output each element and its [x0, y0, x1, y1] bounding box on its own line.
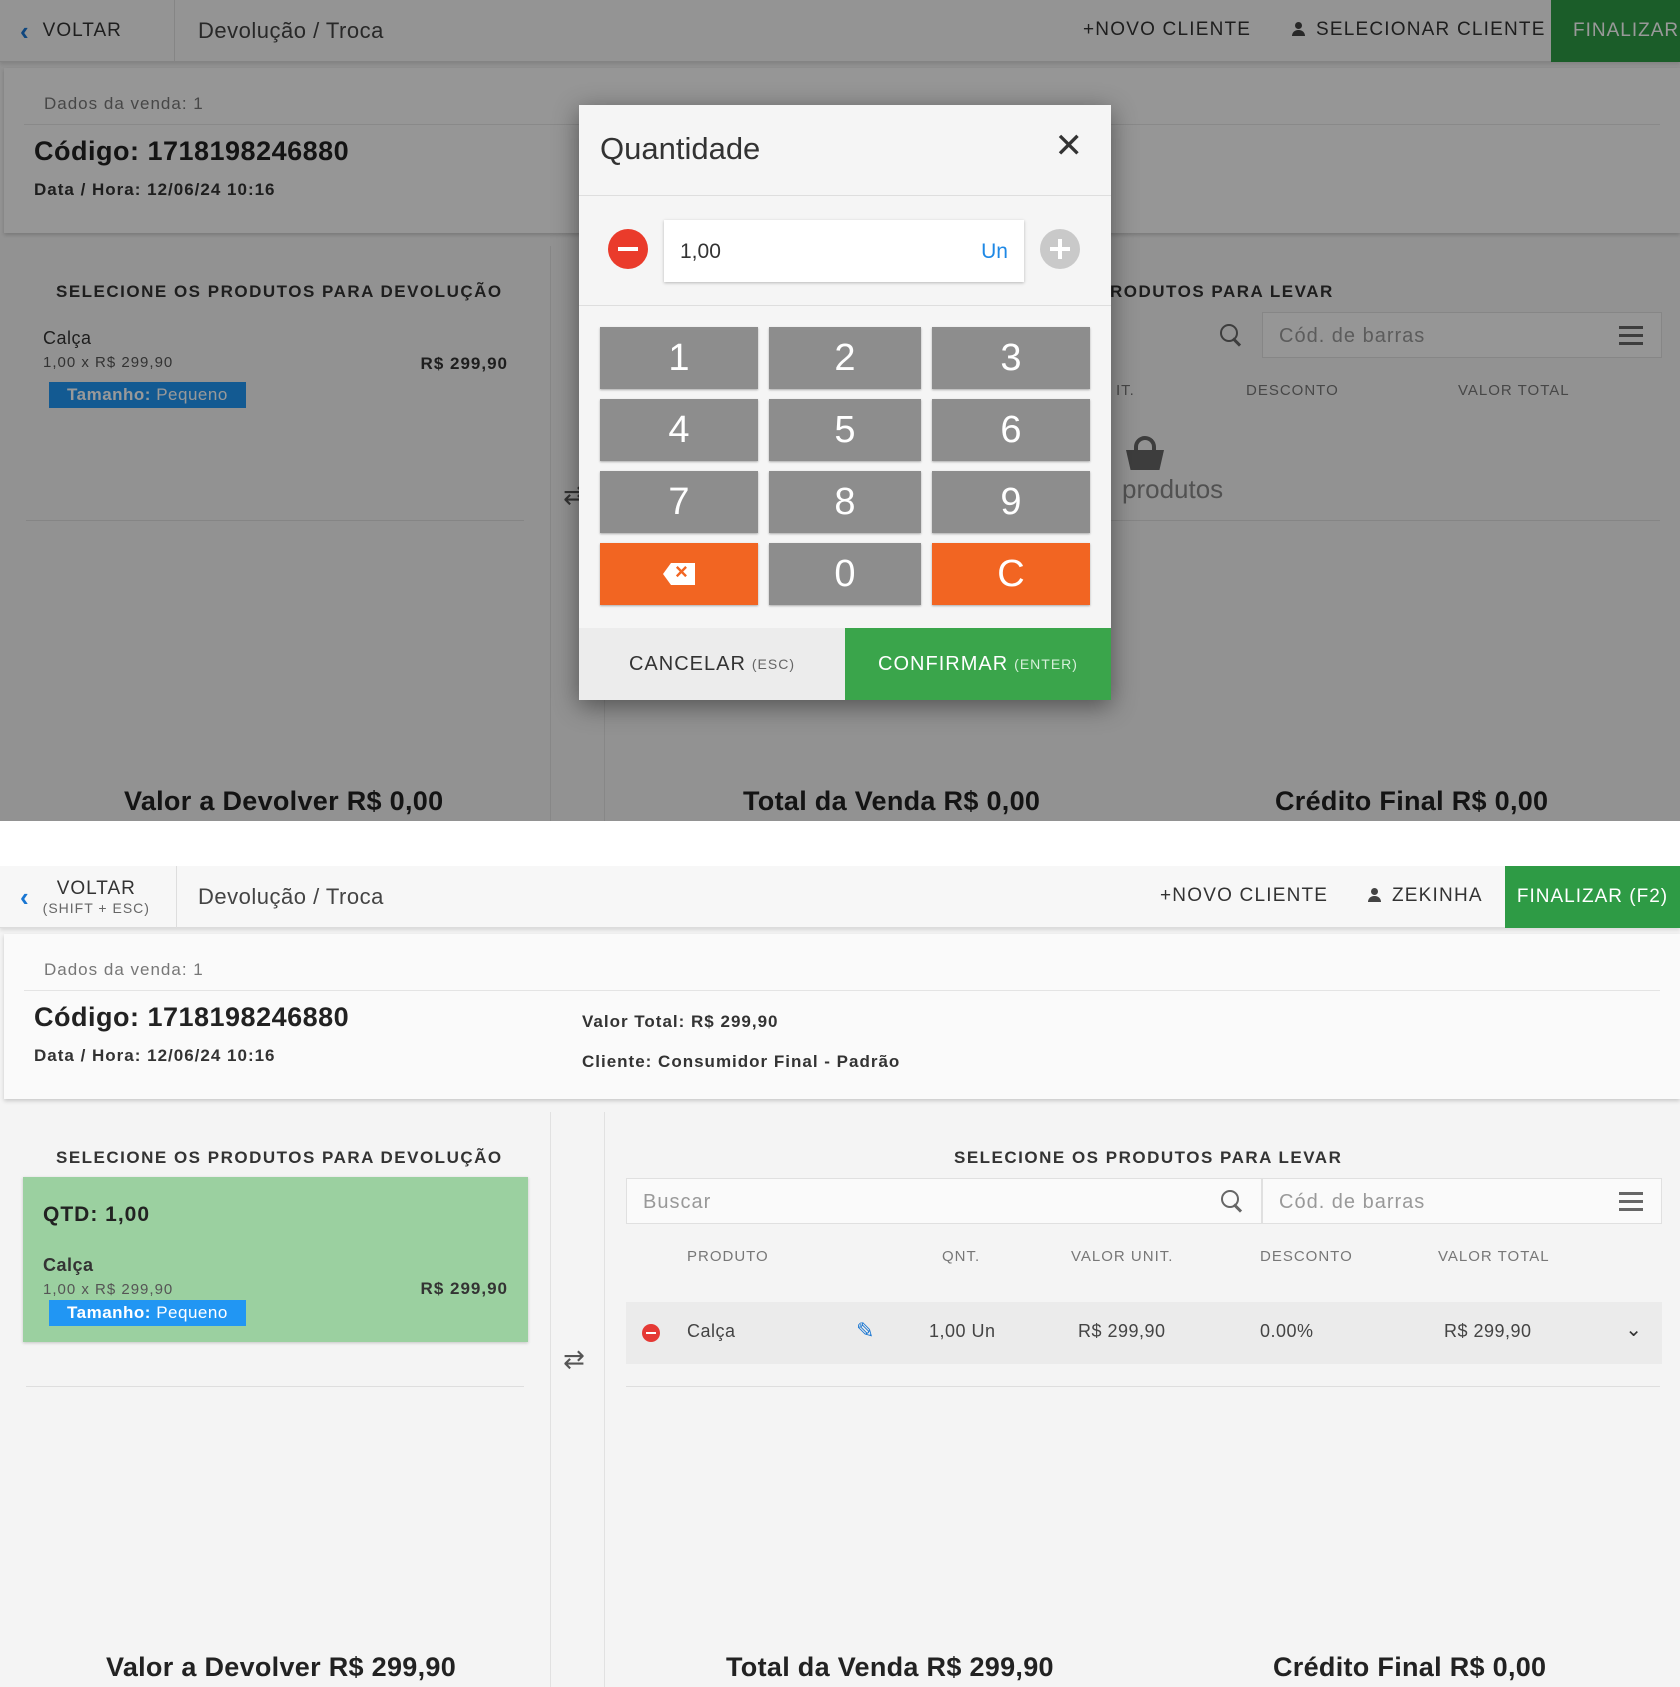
- quantity-input[interactable]: 1,00 Un: [664, 220, 1024, 282]
- tag-value: Pequeno: [156, 1303, 228, 1322]
- close-icon[interactable]: ✕: [1055, 129, 1084, 163]
- search-input[interactable]: Buscar: [626, 1178, 1262, 1224]
- confirm-label: CONFIRMAR: [878, 652, 1009, 675]
- col-unit-value: VALOR UNIT.: [1071, 1248, 1174, 1265]
- search-icon[interactable]: [1221, 1190, 1245, 1214]
- product-detail: 1,00 x R$ 299,90: [43, 1281, 174, 1298]
- cancel-label: CANCELAR: [628, 652, 746, 675]
- key-4[interactable]: 4: [600, 399, 758, 461]
- divider: [579, 195, 1111, 196]
- table-header: PRODUTO QNT. VALOR UNIT. DESCONTO VALOR …: [626, 1248, 1662, 1272]
- row-unit-value: R$ 299,90: [1078, 1321, 1166, 1341]
- back-label: VOLTAR: [56, 878, 136, 900]
- edit-icon[interactable]: ✎: [856, 1318, 874, 1344]
- swap-icon[interactable]: ⇄: [563, 1344, 585, 1375]
- return-panel-title: SELECIONE OS PRODUTOS PARA DEVOLUÇÃO: [56, 1148, 503, 1167]
- barcode-input[interactable]: Cód. de barras: [1262, 1178, 1662, 1224]
- finalize-button[interactable]: FINALIZAR (F2): [1505, 866, 1680, 928]
- col-product: PRODUTO: [687, 1248, 769, 1265]
- increment-button[interactable]: [1040, 229, 1080, 269]
- page-title: Devolução / Troca: [198, 884, 384, 909]
- cancel-button[interactable]: CANCELAR (ESC): [579, 628, 845, 700]
- decrement-button[interactable]: [608, 229, 648, 269]
- row-total: R$ 299,90: [1444, 1321, 1532, 1341]
- barcode-placeholder: Cód. de barras: [1279, 1191, 1426, 1213]
- divider: [626, 1386, 1660, 1387]
- key-8[interactable]: 8: [769, 471, 921, 533]
- menu-icon[interactable]: [1619, 1192, 1643, 1211]
- quantity-dialog: Quantidade ✕ 1,00 Un 1 2 3 4 5 6 7 8 9 0…: [579, 105, 1111, 700]
- row-qty: 1,00 Un: [929, 1321, 996, 1341]
- client-name: ZEKINHA: [1392, 885, 1483, 906]
- col-qty: QNT.: [942, 1248, 981, 1265]
- remove-icon[interactable]: [642, 1324, 660, 1342]
- confirm-hint: (ENTER): [1014, 656, 1078, 672]
- key-9[interactable]: 9: [932, 471, 1090, 533]
- search-placeholder: Buscar: [643, 1191, 712, 1213]
- key-1[interactable]: 1: [600, 327, 758, 389]
- chevron-down-icon[interactable]: ⌄: [1625, 1317, 1642, 1342]
- person-icon: [1368, 888, 1381, 902]
- sale-total-value: Valor Total: R$ 299,90: [582, 1012, 779, 1031]
- col-total: VALOR TOTAL: [1438, 1248, 1550, 1265]
- take-products-panel: SELECIONE OS PRODUTOS PARA LEVAR Buscar …: [606, 1112, 1680, 1687]
- sale-datetime: Data / Hora: 12/06/24 10:16: [34, 1046, 276, 1065]
- confirm-button[interactable]: CONFIRMAR (ENTER): [845, 628, 1111, 700]
- divider: [579, 305, 1111, 306]
- back-label-group: VOLTAR (SHIFT + ESC): [43, 878, 150, 916]
- sale-total: Total da Venda R$ 299,90: [726, 1652, 1054, 1682]
- take-panel-title: SELECIONE OS PRODUTOS PARA LEVAR: [954, 1148, 1343, 1167]
- product-name: Calça: [43, 1255, 94, 1275]
- quantity-value: 1,00: [680, 240, 721, 263]
- col-discount: DESCONTO: [1260, 1248, 1353, 1265]
- key-3[interactable]: 3: [932, 327, 1090, 389]
- backspace-button[interactable]: [600, 543, 758, 605]
- dialog-title: Quantidade: [600, 131, 761, 166]
- screenshot-after: ‹ VOLTAR (SHIFT + ESC) Devolução / Troca…: [0, 866, 1680, 1687]
- clear-button[interactable]: C: [932, 543, 1090, 605]
- backspace-icon: [663, 563, 695, 585]
- key-0[interactable]: 0: [769, 543, 921, 605]
- divider: [26, 1386, 524, 1387]
- sale-code: Código: 1718198246880: [34, 1002, 350, 1032]
- unit-label: Un: [981, 240, 1008, 263]
- divider: [24, 990, 1660, 991]
- key-6[interactable]: 6: [932, 399, 1090, 461]
- new-client-button[interactable]: +NOVO CLIENTE: [1160, 885, 1328, 907]
- key-7[interactable]: 7: [600, 471, 758, 533]
- return-product-card[interactable]: QTD: 1,00 Calça 1,00 x R$ 299,90 R$ 299,…: [23, 1177, 528, 1342]
- sale-info-card: Dados da venda: 1 Código: 1718198246880 …: [4, 934, 1680, 1099]
- key-5[interactable]: 5: [769, 399, 921, 461]
- screenshot-before: ‹ VOLTAR Devolução / Troca +NOVO CLIENTE…: [0, 0, 1680, 821]
- tag-key: Tamanho:: [67, 1303, 151, 1322]
- key-2[interactable]: 2: [769, 327, 921, 389]
- table-row[interactable]: Calça ✎ 1,00 Un R$ 299,90 0.00% R$ 299,9…: [626, 1302, 1662, 1364]
- panel-divider: [550, 1112, 605, 1687]
- chevron-left-icon: ‹: [20, 881, 29, 912]
- back-button[interactable]: ‹ VOLTAR (SHIFT + ESC): [20, 866, 177, 928]
- size-tag: Tamanho: Pequeno: [49, 1300, 246, 1326]
- product-qty: QTD: 1,00: [43, 1203, 151, 1226]
- top-bar: ‹ VOLTAR (SHIFT + ESC) Devolução / Troca…: [0, 866, 1680, 928]
- return-products-panel: SELECIONE OS PRODUTOS PARA DEVOLUÇÃO QTD…: [0, 1112, 550, 1687]
- refund-total: Valor a Devolver R$ 299,90: [106, 1652, 457, 1682]
- sale-client: Cliente: Consumidor Final - Padrão: [582, 1052, 901, 1071]
- row-discount: 0.00%: [1260, 1321, 1314, 1341]
- sale-data-label: Dados da venda: 1: [44, 960, 204, 979]
- client-button[interactable]: ZEKINHA: [1368, 885, 1483, 907]
- back-shortcut-hint: (SHIFT + ESC): [42, 899, 150, 916]
- cancel-hint: (ESC): [751, 656, 796, 672]
- row-product: Calça: [687, 1321, 736, 1341]
- final-credit: Crédito Final R$ 0,00: [1273, 1652, 1547, 1682]
- product-price: R$ 299,90: [420, 1279, 508, 1298]
